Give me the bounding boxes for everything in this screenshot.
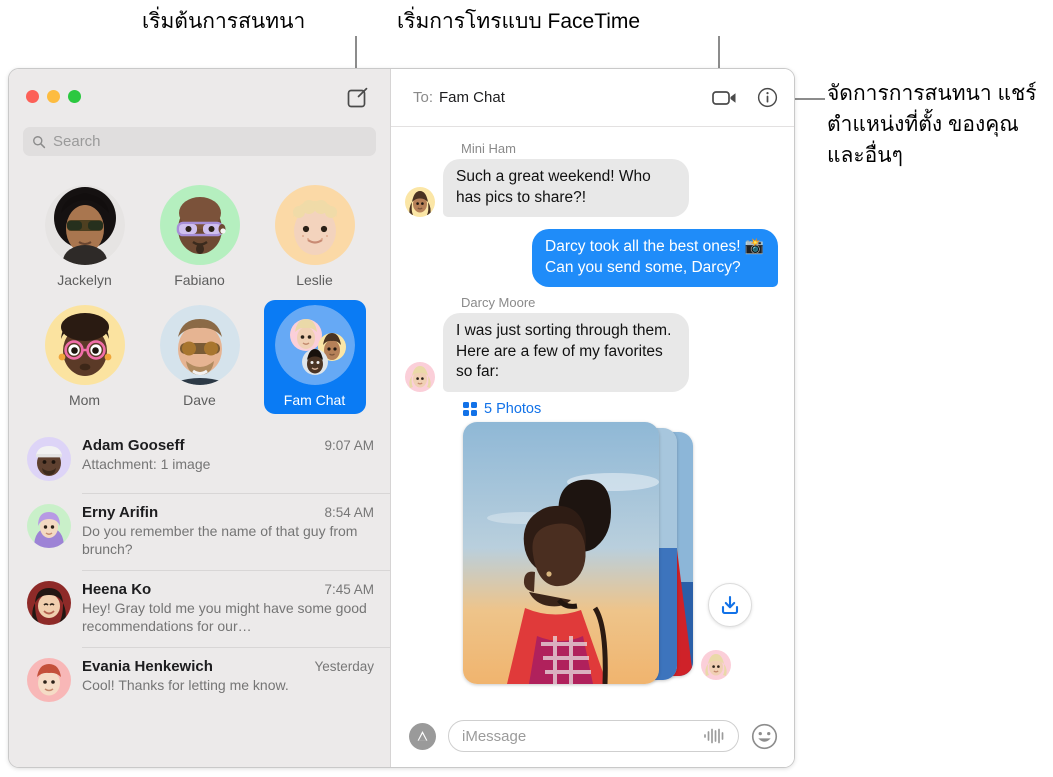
messages-window: Search Jackelyn Fabiano Leslie Mom Dave …: [8, 68, 795, 768]
app-store-icon[interactable]: [409, 722, 436, 750]
attachment-row: [463, 421, 778, 684]
pinned-conversations: Jackelyn Fabiano Leslie Mom Dave Fam Cha…: [9, 166, 390, 420]
message-sender: Mini Ham: [461, 141, 516, 156]
annotation-start-facetime: เริ่มการโทรแบบ FaceTime: [397, 10, 641, 33]
pinned-item-label: Dave: [183, 392, 216, 408]
list-item[interactable]: Heena Ko 7:45 AM Hey! Gray told me you m…: [9, 570, 390, 647]
avatar-group: [274, 305, 355, 385]
message-row: I was just sorting through them. Here ar…: [405, 313, 778, 392]
conversation-list: Adam Gooseff 9:07 AM Attachment: 1 image: [9, 426, 390, 767]
list-item-preview: Do you remember the name of that guy fro…: [82, 523, 358, 557]
list-item-time: 8:54 AM: [324, 505, 374, 520]
list-item[interactable]: Erny Arifin 8:54 AM Do you remember the …: [9, 493, 390, 570]
message-composer: iMessage: [391, 705, 794, 767]
avatar: [274, 185, 355, 265]
compose-pencil-icon[interactable]: [346, 86, 370, 110]
attachment-label[interactable]: 5 Photos: [484, 401, 541, 417]
message-sender: Darcy Moore: [461, 295, 536, 310]
recipient-name[interactable]: Fam Chat: [439, 89, 505, 106]
search-input[interactable]: Search: [23, 127, 376, 156]
download-button[interactable]: [708, 583, 752, 627]
smiley-face-icon[interactable]: [751, 723, 778, 750]
message-list: Mini Ham Such a great weekend! Who has p…: [391, 127, 794, 705]
list-item-body: Heena Ko 7:45 AM Hey! Gray told me you m…: [82, 581, 374, 635]
pinned-item-jackelyn[interactable]: Jackelyn: [34, 180, 136, 294]
sidebar: Search Jackelyn Fabiano Leslie Mom Dave …: [9, 69, 391, 767]
info-circle-icon[interactable]: [757, 87, 778, 108]
annotation-manage-conversation: จัดการการสนทนา แชร์ตำแหน่งที่ตั้ง ของคุณ…: [827, 82, 1037, 167]
avatar: [27, 581, 71, 625]
pinned-item-fabiano[interactable]: Fabiano: [149, 180, 251, 294]
message-bubble[interactable]: Darcy took all the best ones! 📸 Can you …: [532, 229, 784, 287]
list-item[interactable]: Evania Henkewich Yesterday Cool! Thanks …: [9, 647, 390, 714]
close-button[interactable]: [26, 90, 39, 103]
avatar: [701, 649, 731, 680]
window-traffic-lights: [26, 90, 81, 103]
pinned-item-label: Jackelyn: [57, 272, 112, 288]
pinned-item-label: Mom: [68, 392, 101, 408]
list-item-body: Erny Arifin 8:54 AM Do you remember the …: [82, 504, 374, 558]
zoom-button[interactable]: [68, 90, 81, 103]
message-bubble[interactable]: I was just sorting through them. Here ar…: [437, 313, 689, 392]
photo-grid-icon: [463, 401, 477, 416]
download-icon: [721, 595, 739, 615]
sidebar-titlebar: [9, 69, 390, 127]
list-item[interactable]: Adam Gooseff 9:07 AM Attachment: 1 image: [9, 426, 390, 493]
search-container: Search: [9, 127, 390, 166]
photo-card[interactable]: [463, 421, 659, 684]
message-input-placeholder: iMessage: [462, 727, 527, 745]
video-camera-icon[interactable]: [712, 89, 737, 107]
minimize-button[interactable]: [47, 90, 60, 103]
list-item-title: Adam Gooseff: [82, 437, 185, 454]
list-item-time: Yesterday: [314, 659, 374, 674]
conversation-pane: To: Fam Chat Mini Ham Such a great weeke…: [391, 69, 794, 767]
search-icon: [33, 135, 46, 148]
pinned-item-dave[interactable]: Dave: [149, 300, 251, 414]
recipient-label: To:: [413, 89, 434, 106]
list-item-time: 7:45 AM: [324, 582, 374, 597]
message-bubble[interactable]: Such a great weekend! Who has pics to sh…: [437, 159, 689, 217]
pinned-item-mom[interactable]: Mom: [34, 300, 136, 414]
avatar: [27, 437, 71, 481]
attachment-header: 5 Photos: [463, 401, 778, 417]
pinned-item-label: Fam Chat: [283, 392, 346, 408]
avatar: [159, 185, 240, 265]
list-item-title: Evania Henkewich: [82, 658, 213, 675]
list-item-preview: Hey! Gray told me you might have some go…: [82, 600, 367, 634]
pinned-item-fam-chat[interactable]: Fam Chat: [263, 300, 366, 414]
search-placeholder: Search: [53, 133, 101, 150]
avatar: [405, 361, 435, 392]
message-row: Such a great weekend! Who has pics to sh…: [405, 159, 778, 217]
message-row: Darcy took all the best ones! 📸 Can you …: [405, 229, 784, 287]
conversation-header: To: Fam Chat: [391, 69, 794, 127]
list-item-body: Evania Henkewich Yesterday Cool! Thanks …: [82, 658, 374, 702]
list-item-preview: Cool! Thanks for letting me know.: [82, 677, 289, 693]
pinned-item-label: Leslie: [296, 272, 333, 288]
header-actions: [712, 87, 778, 108]
photo-stack[interactable]: [463, 421, 693, 684]
list-item-body: Adam Gooseff 9:07 AM Attachment: 1 image: [82, 437, 374, 481]
avatar: [27, 504, 71, 548]
audio-waveform-icon[interactable]: [703, 728, 725, 744]
avatar: [44, 185, 125, 265]
list-item-title: Erny Arifin: [82, 504, 159, 521]
avatar: [159, 305, 240, 385]
list-item-time: 9:07 AM: [324, 438, 374, 453]
pinned-item-leslie[interactable]: Leslie: [264, 180, 366, 294]
avatar: [44, 305, 125, 385]
message-input[interactable]: iMessage: [448, 720, 739, 752]
avatar: [27, 658, 71, 702]
list-item-preview: Attachment: 1 image: [82, 456, 211, 472]
avatar: [405, 187, 435, 217]
annotation-start-conversation: เริ่มต้นการสนทนา: [142, 10, 306, 33]
list-item-title: Heena Ko: [82, 581, 152, 598]
pinned-item-label: Fabiano: [174, 272, 225, 288]
